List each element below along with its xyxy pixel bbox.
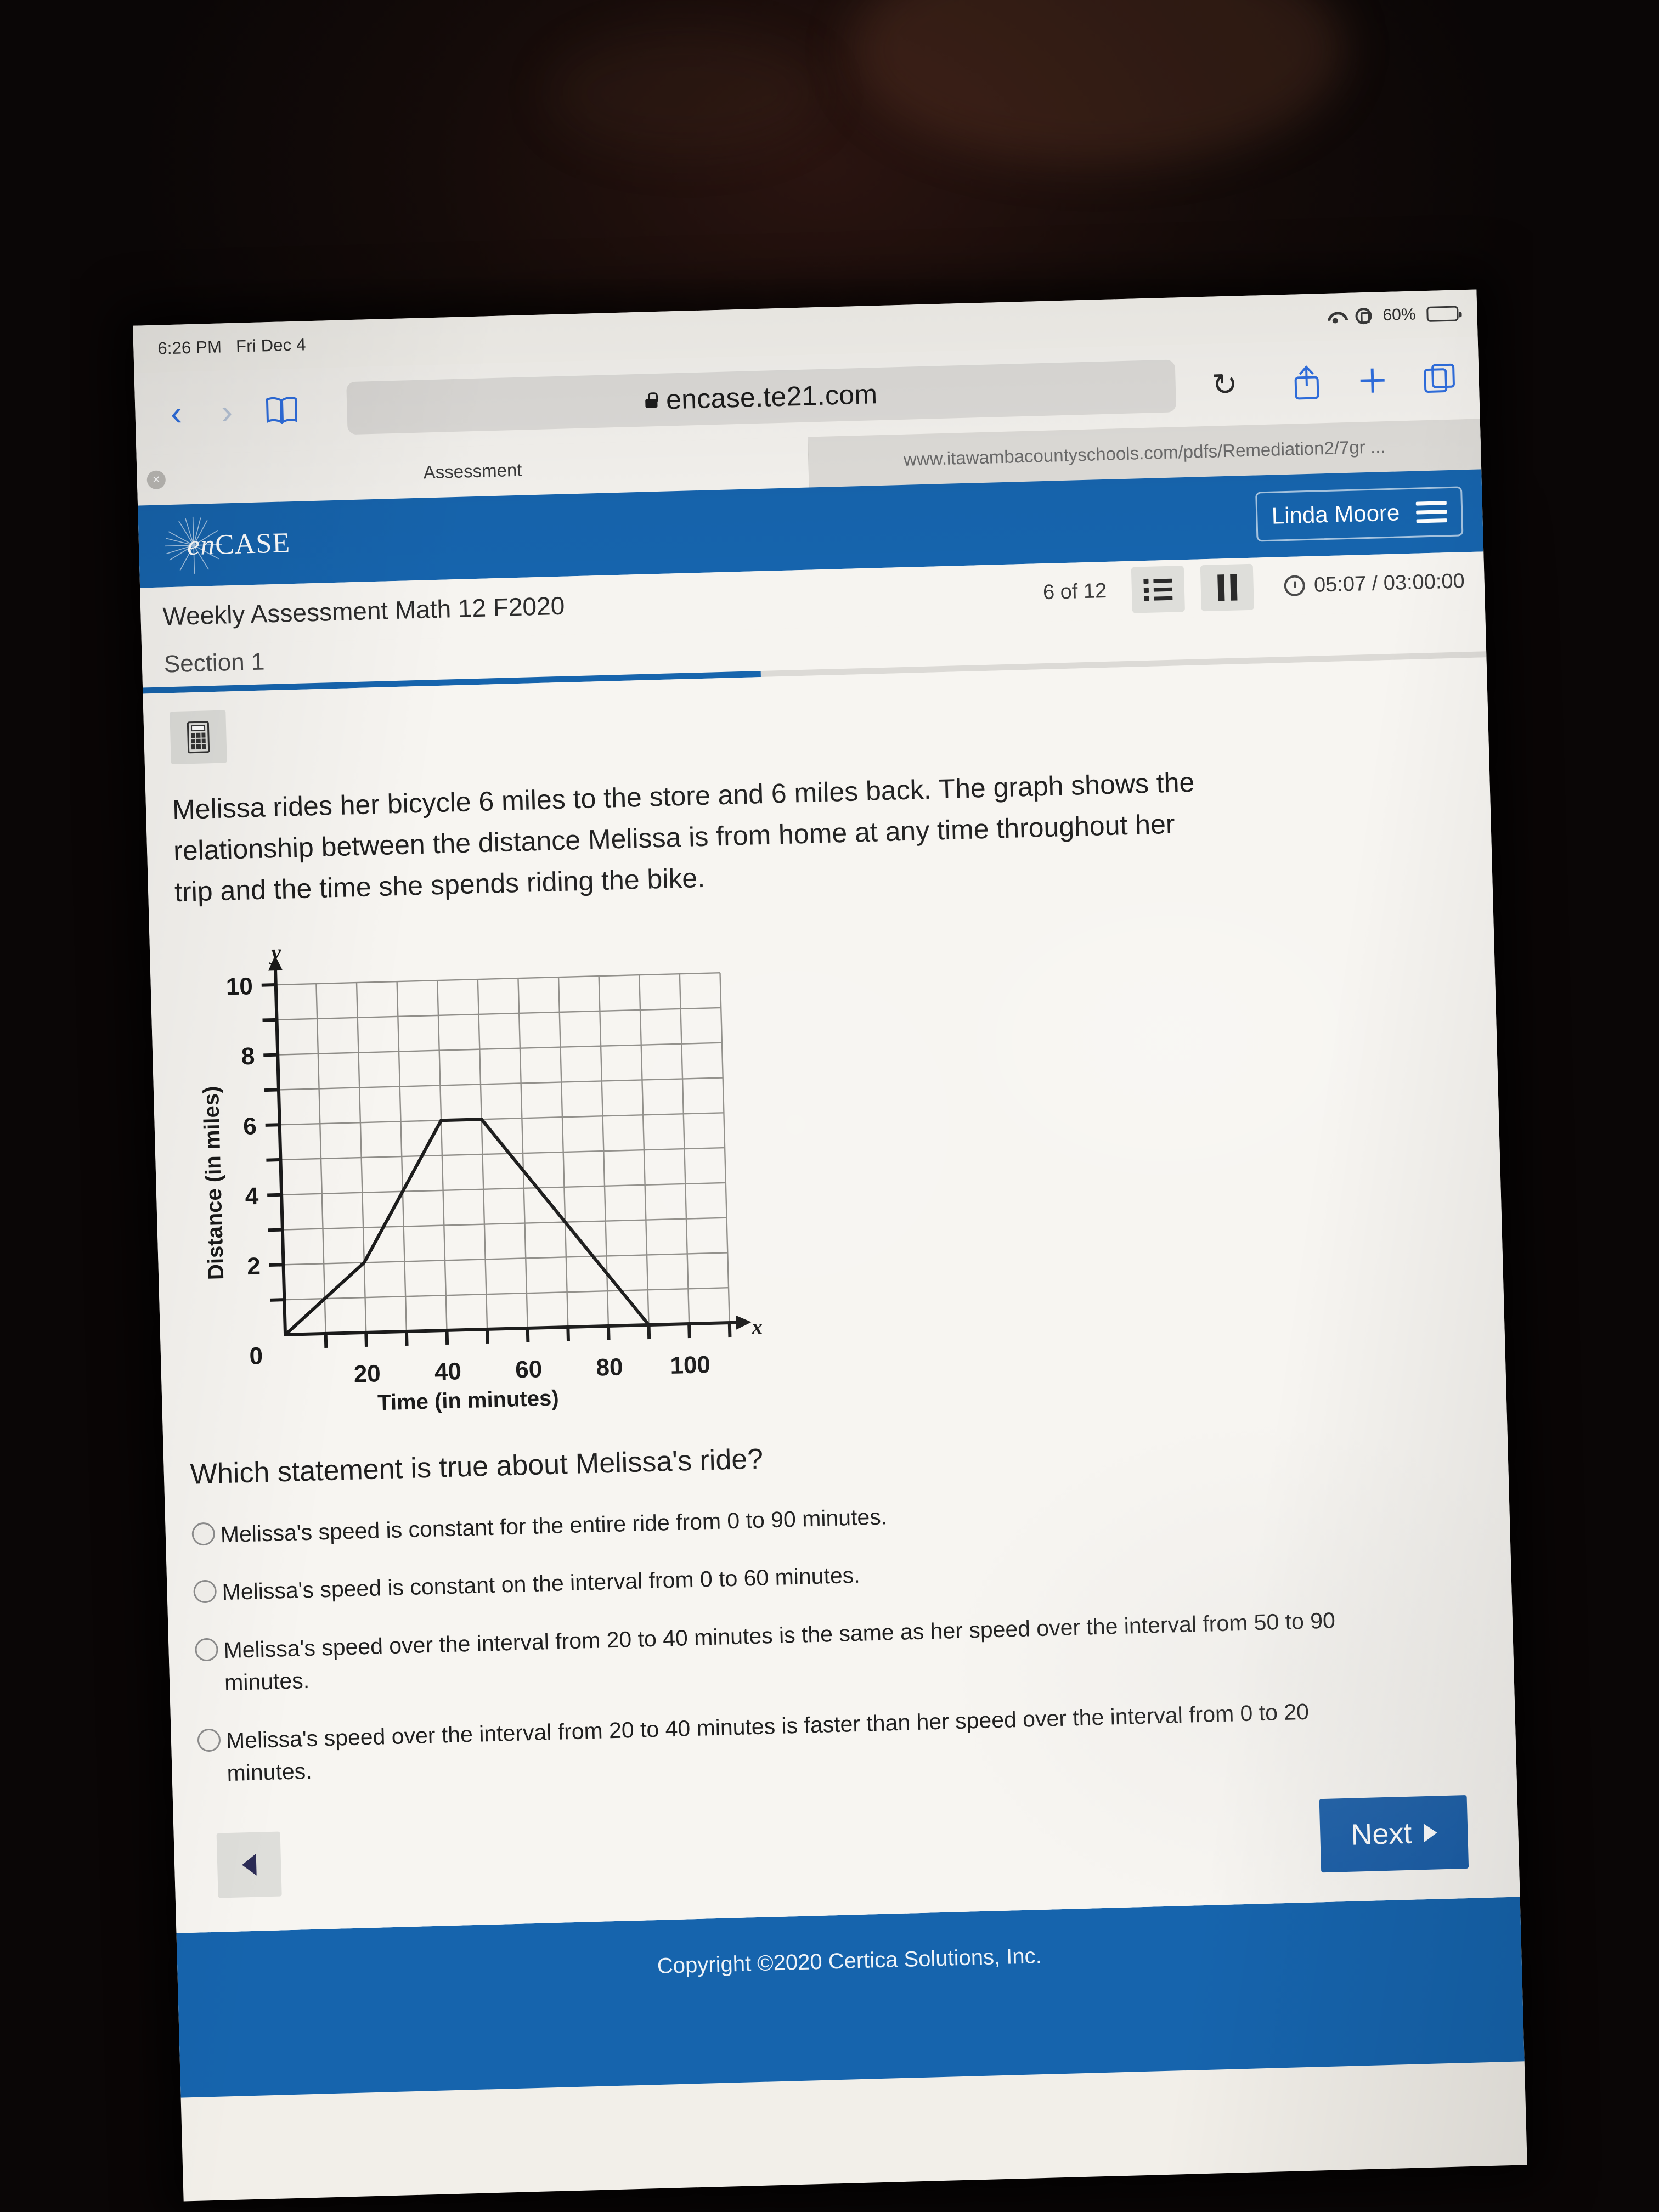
radio-button[interactable]: [194, 1638, 219, 1662]
browser-back-icon[interactable]: ‹: [159, 393, 194, 433]
timer-value: 05:07 / 03:00:00: [1313, 569, 1465, 597]
y-tick-label: 6: [243, 1113, 257, 1140]
y-tick-label: 10: [225, 973, 253, 1000]
radio-button[interactable]: [191, 1522, 216, 1546]
encase-logo-text: enCASE: [187, 527, 291, 562]
browser-tab-label: www.itawambacountyschools.com/pdfs/Remed…: [903, 436, 1386, 470]
user-menu-button[interactable]: Linda Moore: [1255, 486, 1464, 542]
share-icon[interactable]: [1291, 364, 1323, 400]
photo-of-tablet: 6:26 PM Fri Dec 4 60% ‹ › encase.te21.co…: [0, 0, 1659, 2212]
y-tick-label: 0: [249, 1342, 263, 1370]
y-tick-label: 2: [247, 1252, 261, 1280]
x-tick-label: 80: [596, 1353, 623, 1381]
answer-choice-label: Melissa's speed over the interval from 2…: [223, 1607, 1336, 1696]
logo-main: CASE: [215, 527, 291, 561]
x-tick-label: 100: [670, 1351, 711, 1379]
address-bar[interactable]: encase.te21.com: [346, 359, 1177, 435]
logo-prefix: en: [187, 529, 216, 561]
next-button-label: Next: [1350, 1816, 1413, 1852]
previous-question-button[interactable]: [216, 1831, 282, 1898]
status-bar-time: 6:26 PM: [157, 337, 222, 358]
browser-forward-icon[interactable]: ›: [210, 392, 245, 432]
hamburger-menu-icon[interactable]: [1415, 496, 1447, 528]
radio-button[interactable]: [197, 1728, 221, 1752]
distance-time-graph: Distance (in miles) Time (in minutes) y …: [193, 907, 1480, 1425]
bookmarks-icon[interactable]: [266, 396, 298, 425]
battery-icon: [1426, 306, 1459, 322]
rotation-lock-icon: [1355, 307, 1372, 325]
new-tab-icon[interactable]: [1357, 365, 1388, 396]
pause-icon: [1217, 574, 1238, 601]
question-stem: Melissa rides her bicycle 6 miles to the…: [172, 766, 1195, 908]
radio-button[interactable]: [193, 1579, 217, 1604]
answer-choice-b[interactable]: Melissa's speed is constant on the inter…: [193, 1542, 1485, 1610]
browser-tab-label: Assessment: [423, 459, 522, 483]
pause-button[interactable]: [1200, 563, 1255, 612]
question-list-button[interactable]: [1131, 566, 1186, 613]
tablet-screen: 6:26 PM Fri Dec 4 60% ‹ › encase.te21.co…: [133, 289, 1527, 2202]
light-reflection: [549, 33, 823, 154]
encase-logo: enCASE: [160, 509, 334, 579]
x-tick-label: 60: [515, 1356, 543, 1383]
clock-icon: [1284, 575, 1306, 597]
status-bar-date: Fri Dec 4: [235, 335, 307, 356]
copyright-label: Copyright ©2020 Certica Solutions, Inc.: [657, 1943, 1042, 1978]
answer-choice-c[interactable]: Melissa's speed over the interval from 2…: [194, 1600, 1487, 1701]
triangle-right-icon: [1423, 1823, 1437, 1842]
triangle-left-icon: [241, 1853, 257, 1876]
y-axis-label: Distance (in miles): [199, 1086, 229, 1280]
answer-choice-label: Melissa's speed is constant for the enti…: [220, 1504, 888, 1548]
battery-percent-label: 60%: [1383, 305, 1416, 325]
question-list-icon: [1143, 574, 1173, 605]
x-tick-label: 20: [353, 1360, 381, 1387]
answer-choice-a[interactable]: Melissa's speed is constant for the enti…: [191, 1485, 1483, 1552]
wifi-icon: [1325, 309, 1345, 324]
x-tick-label: 40: [434, 1358, 461, 1385]
user-name-label: Linda Moore: [1271, 499, 1400, 529]
status-bar-right: 60%: [1325, 304, 1459, 326]
status-bar-left: 6:26 PM Fri Dec 4: [157, 335, 306, 358]
close-icon[interactable]: ×: [146, 470, 166, 490]
question-content: Melissa rides her bicycle 6 miles to the…: [143, 657, 1520, 1933]
lock-icon: [645, 392, 658, 408]
assessment-timer: 05:07 / 03:00:00: [1284, 569, 1465, 598]
graph-svg: Distance (in miles) Time (in minutes) y …: [199, 940, 763, 1415]
y-tick-label: 4: [245, 1183, 259, 1210]
assessment-title: Weekly Assessment Math 12 F2020: [162, 591, 565, 631]
calculator-icon: [187, 721, 210, 754]
answer-choice-label: Melissa's speed is constant on the inter…: [222, 1562, 861, 1605]
next-question-button[interactable]: Next: [1319, 1795, 1469, 1872]
address-bar-url: encase.te21.com: [665, 379, 878, 415]
calculator-button[interactable]: [170, 710, 227, 765]
tabs-icon[interactable]: [1423, 362, 1458, 397]
question-prompt: Which statement is true about Melissa's …: [190, 1443, 764, 1491]
reload-icon[interactable]: ↻: [1211, 366, 1238, 403]
x-axis-label: Time (in minutes): [377, 1386, 559, 1415]
answer-choices: Melissa's speed is constant for the enti…: [191, 1485, 1490, 1791]
light-reflection: [850, 0, 1344, 165]
question-counter: 6 of 12: [1042, 579, 1107, 604]
y-tick-label: 8: [241, 1043, 255, 1070]
x-axis-name: x: [751, 1314, 763, 1339]
